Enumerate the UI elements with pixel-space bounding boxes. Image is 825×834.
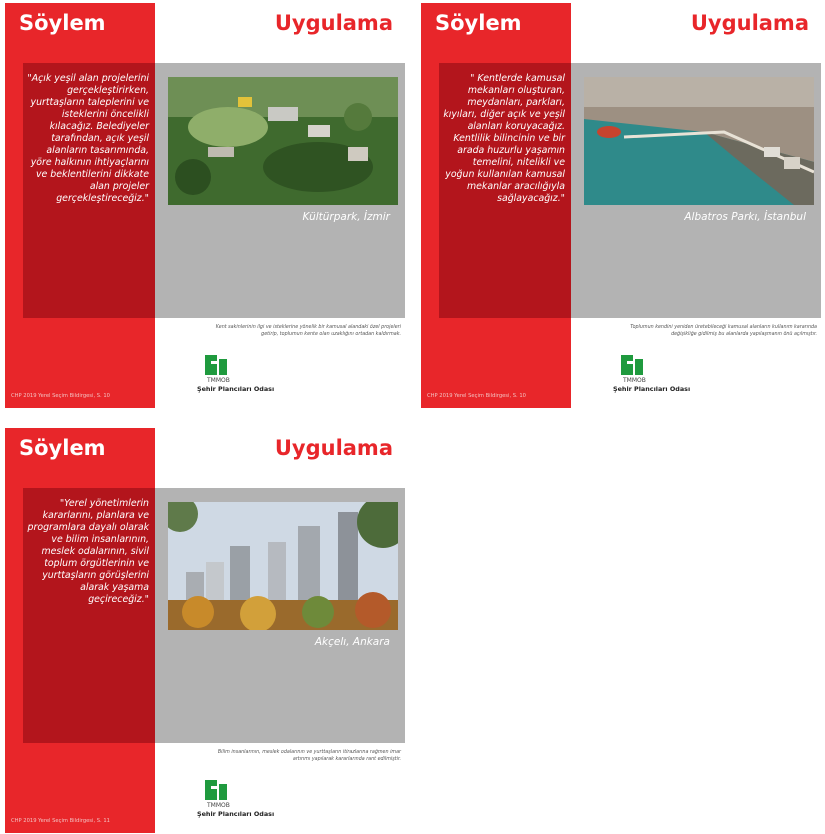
- practice-note: Kent sakinlerinin ilgi ve isteklerine yö…: [215, 325, 401, 337]
- quote-text: "Yerel yönetimlerin kararlarını, planlar…: [27, 498, 149, 606]
- card-1: Söylem Uygulama "Açık yeşil alan projele…: [5, 3, 405, 408]
- right-title: Uygulama: [274, 11, 393, 35]
- tmmob-logo: TMMOB Şehir Plancıları Odası: [197, 780, 274, 822]
- park-aerial-photo: [168, 77, 398, 205]
- source-footer: CHP 2019 Yerel Seçim Bildirgesi, S. 11: [11, 818, 110, 824]
- tmmob-logo: TMMOB Şehir Plancıları Odası: [613, 355, 690, 397]
- coastal-park-photo: [584, 77, 814, 205]
- photo-caption: Albatros Parkı, İstanbul: [684, 211, 806, 223]
- left-title: Söylem: [19, 436, 106, 460]
- logo-name: Şehir Plancıları Odası: [197, 385, 275, 393]
- logo-name: Şehir Plancıları Odası: [197, 810, 275, 818]
- logo-org: TMMOB: [623, 377, 646, 384]
- right-title: Uygulama: [690, 11, 809, 35]
- practice-note: Bilim insanlarının, meslek odalarının ve…: [217, 750, 401, 762]
- logo-org: TMMOB: [207, 377, 230, 384]
- practice-note: Toplumun kendini yeniden üretebileceği k…: [630, 325, 817, 337]
- photo-caption: Kültürpark, İzmir: [302, 211, 390, 223]
- source-footer: CHP 2019 Yerel Seçim Bildirgesi, S. 10: [11, 393, 110, 399]
- high-rise-towers-photo: [168, 502, 398, 630]
- quote-text: "Açık yeşil alan projelerini gerçekleşti…: [27, 73, 149, 205]
- spo-logo-icon: [621, 355, 643, 375]
- tmmob-logo: TMMOB Şehir Plancıları Odası: [197, 355, 274, 397]
- left-title: Söylem: [435, 11, 522, 35]
- card-3: Söylem Uygulama "Yerel yönetimlerin kara…: [5, 428, 405, 833]
- left-title: Söylem: [19, 11, 106, 35]
- card-2: Söylem Uygulama " Kentlerde kamusal meka…: [421, 3, 821, 408]
- spo-logo-icon: [205, 780, 227, 800]
- logo-org: TMMOB: [207, 802, 230, 809]
- right-title: Uygulama: [274, 436, 393, 460]
- logo-name: Şehir Plancıları Odası: [613, 385, 691, 393]
- quote-text: " Kentlerde kamusal mekanları oluşturan,…: [443, 73, 565, 205]
- source-footer: CHP 2019 Yerel Seçim Bildirgesi, S. 10: [427, 393, 526, 399]
- photo-caption: Akçelı, Ankara: [314, 636, 390, 648]
- spo-logo-icon: [205, 355, 227, 375]
